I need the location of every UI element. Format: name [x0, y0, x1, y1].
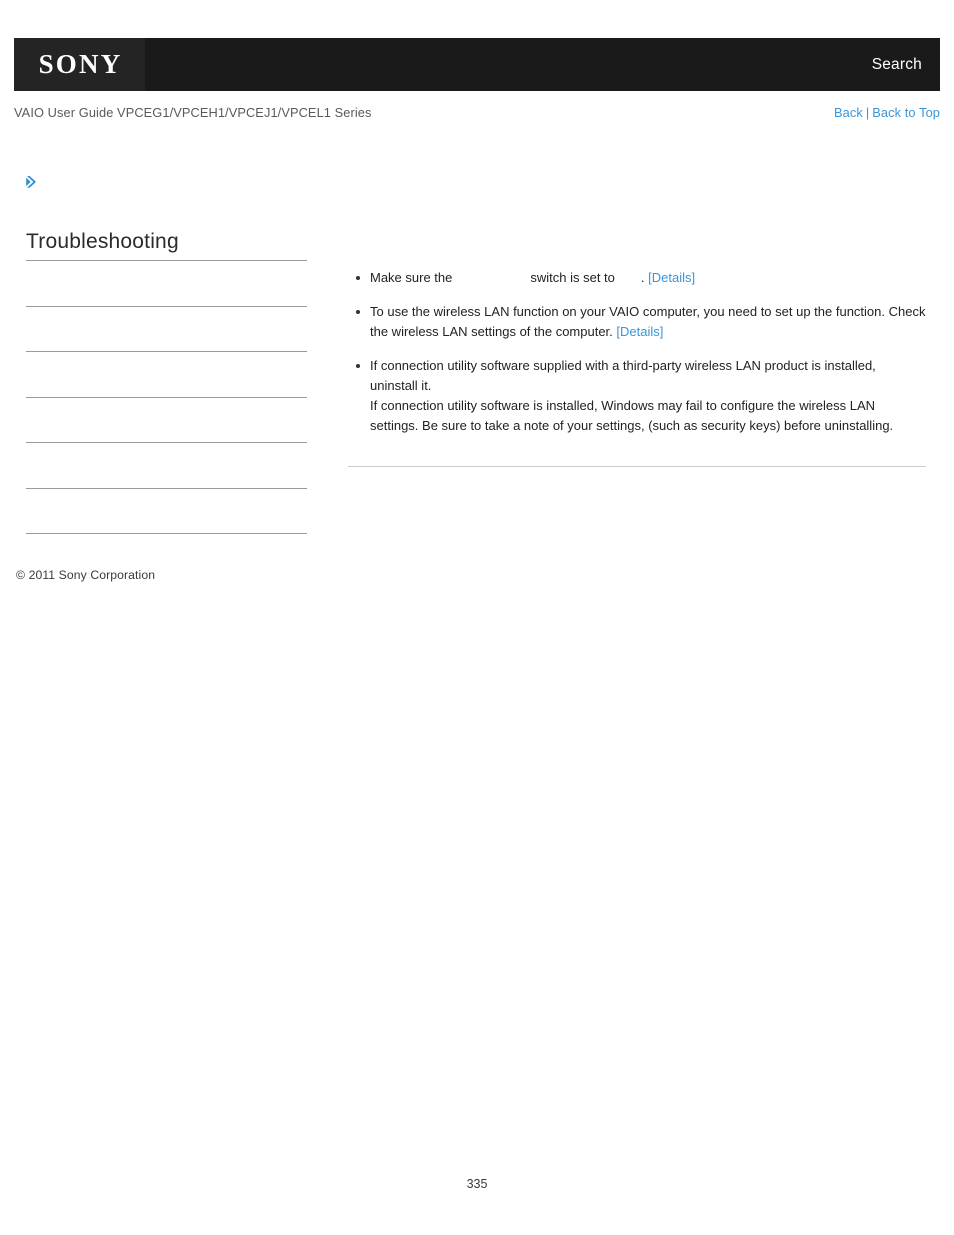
bullet-setup-function: To use the wireless LAN function on your…	[348, 302, 926, 342]
page-number: 335	[466, 1177, 488, 1191]
troubleshooting-bullet-list: Make sure the switch is set to. [Details]…	[348, 268, 926, 436]
site-header: SONY Search	[14, 38, 940, 91]
sidebar-item-4[interactable]	[26, 396, 307, 443]
sidebar-heading: Troubleshooting	[26, 230, 179, 253]
sidebar-item-6[interactable]	[26, 487, 307, 534]
sidebar-bottom-divider	[26, 533, 307, 534]
page-title: VAIO User Guide VPCEG1/VPCEH1/VPCEJ1/VPC…	[14, 104, 372, 120]
sony-logo-block[interactable]: SONY	[14, 38, 145, 91]
subheader: VAIO User Guide VPCEG1/VPCEH1/VPCEJ1/VPC…	[14, 102, 940, 122]
sidebar: Troubleshooting	[26, 230, 307, 534]
double-chevron-right-icon	[25, 174, 41, 190]
main-content: Make sure the switch is set to. [Details]…	[348, 268, 926, 436]
sidebar-item-1[interactable]	[26, 260, 307, 306]
sidebar-item-2[interactable]	[26, 305, 307, 352]
bullet-text-segment-1: Make sure the	[370, 270, 453, 285]
breadcrumb	[25, 172, 41, 192]
bullet-text-uninstall: If connection utility software supplied …	[370, 358, 894, 433]
content-bottom-divider	[348, 466, 926, 467]
back-link[interactable]: Back	[834, 105, 863, 120]
bullet-text-segment-2: switch is set to	[530, 270, 615, 285]
copyright-text: © 2011 Sony Corporation	[16, 568, 156, 582]
details-link-1[interactable]: [Details]	[648, 270, 695, 285]
sidebar-item-5[interactable]	[26, 442, 307, 488]
bullet-wireless-switch: Make sure the switch is set to. [Details]	[348, 268, 926, 288]
back-to-top-link[interactable]: Back to Top	[872, 105, 940, 120]
details-link-2[interactable]: [Details]	[616, 324, 663, 339]
sidebar-item-3[interactable]	[26, 351, 307, 397]
header-nav-links: Back | Back to Top	[834, 105, 940, 120]
nav-separator: |	[865, 104, 870, 120]
search-link[interactable]: Search	[872, 56, 940, 74]
bullet-text-segment-3: .	[640, 270, 645, 285]
bullet-uninstall-utility: If connection utility software supplied …	[348, 356, 926, 436]
sony-logo: SONY	[38, 49, 123, 79]
